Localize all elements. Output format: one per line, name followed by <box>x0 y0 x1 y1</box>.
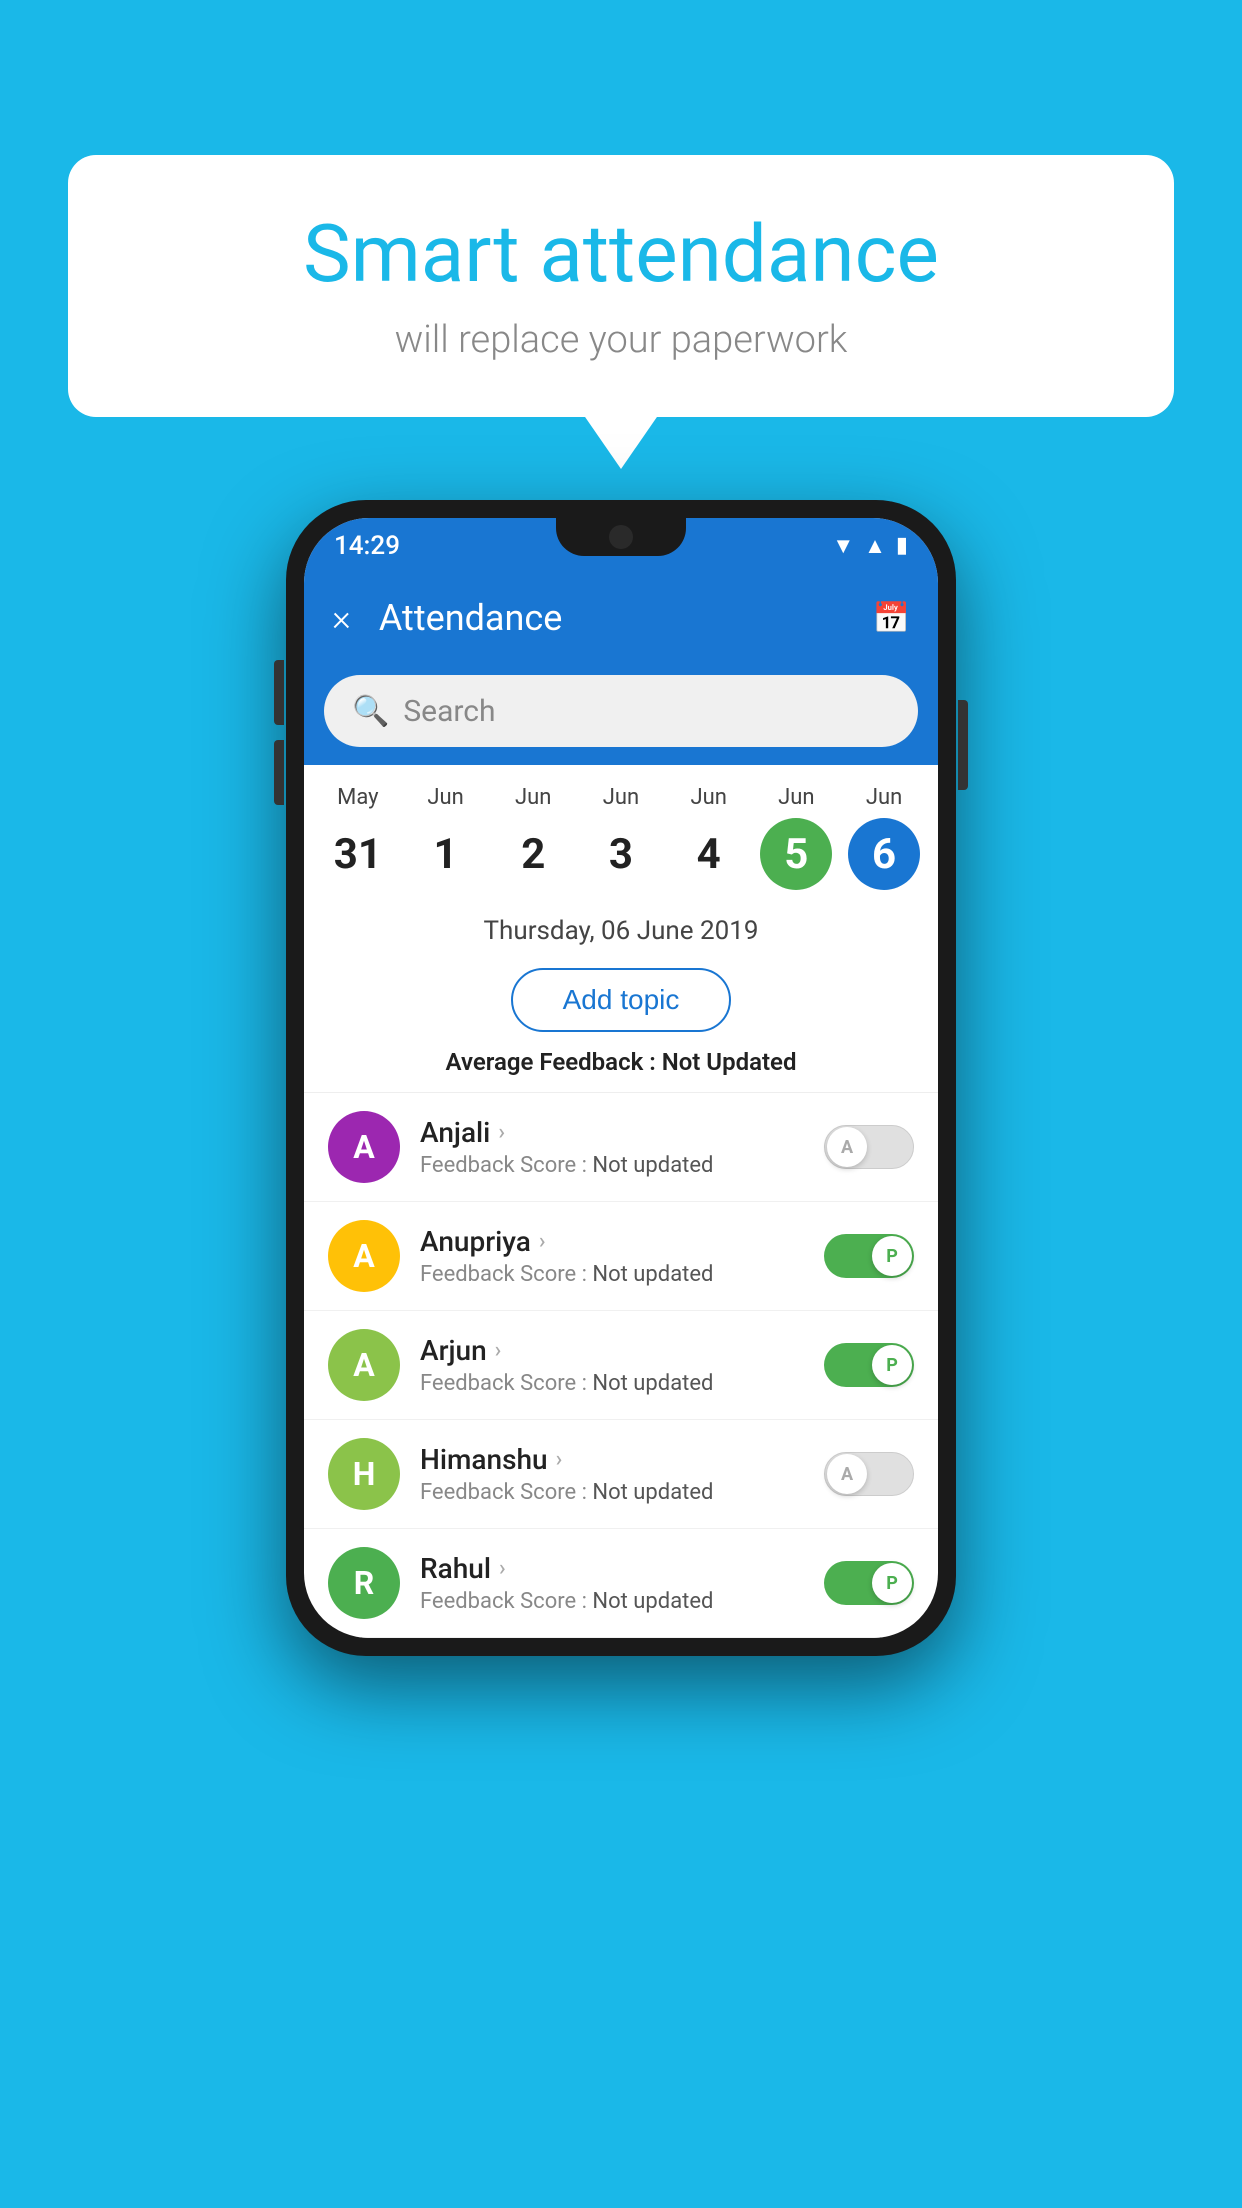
chevron-right-icon: › <box>495 1338 502 1363</box>
battery-icon: ▮ <box>896 533 908 558</box>
student-item-5[interactable]: R Rahul › Feedback Score : Not updated P <box>304 1529 938 1638</box>
phone-notch <box>556 518 686 556</box>
student-list: AAnjali ›Feedback Score : Not updatedAAA… <box>304 1092 938 1638</box>
close-button[interactable]: × <box>332 597 351 639</box>
status-time: 14:29 <box>334 531 400 561</box>
student-item-4[interactable]: H Himanshu › Feedback Score : Not updated A <box>304 1420 938 1529</box>
student-item-1[interactable]: A Anjali › Feedback Score : Not updated A <box>304 1093 938 1202</box>
toggle-knob: P <box>872 1563 912 1603</box>
calendar-day-7[interactable]: Jun 6 <box>842 785 927 890</box>
camera <box>609 525 633 549</box>
student-info: Himanshu › Feedback Score : Not updated <box>420 1443 804 1505</box>
student-info: Anjali › Feedback Score : Not updated <box>420 1116 804 1178</box>
student-feedback: Feedback Score : Not updated <box>420 1589 804 1614</box>
calendar-day-6[interactable]: Jun 5 <box>754 785 839 890</box>
cal-month-label: May <box>337 785 378 810</box>
app-bar: × Attendance 📅 <box>304 573 938 663</box>
attendance-toggle[interactable]: P <box>824 1234 914 1278</box>
app-bar-title: Attendance <box>379 597 845 639</box>
speech-bubble: Smart attendance will replace your paper… <box>68 155 1174 417</box>
toggle-knob: A <box>827 1454 867 1494</box>
student-feedback: Feedback Score : Not updated <box>420 1262 804 1287</box>
student-name: Anjali › <box>420 1116 804 1149</box>
cal-month-label: Jun <box>778 785 814 810</box>
cal-day-num: 4 <box>673 818 745 890</box>
student-feedback: Feedback Score : Not updated <box>420 1480 804 1505</box>
power-button <box>958 700 968 790</box>
volume-down-button <box>274 740 284 805</box>
toggle-knob: P <box>872 1345 912 1385</box>
volume-up-button <box>274 660 284 725</box>
student-item-3[interactable]: A Arjun › Feedback Score : Not updated P <box>304 1311 938 1420</box>
cal-month-label: Jun <box>515 785 551 810</box>
cal-day-num: 1 <box>410 818 482 890</box>
calendar-icon[interactable]: 📅 <box>873 601 910 636</box>
search-bar-wrapper: 🔍 Search <box>304 663 938 765</box>
calendar-day-3[interactable]: Jun 2 <box>491 785 576 890</box>
student-info: Arjun › Feedback Score : Not updated <box>420 1334 804 1396</box>
attendance-toggle[interactable]: P <box>824 1561 914 1605</box>
chevron-right-icon: › <box>499 1556 506 1581</box>
cal-month-label: Jun <box>690 785 726 810</box>
search-input[interactable]: Search <box>403 694 495 729</box>
student-avatar: A <box>328 1220 400 1292</box>
calendar-day-2[interactable]: Jun 1 <box>403 785 488 890</box>
search-icon: 🔍 <box>352 694 389 729</box>
student-avatar: R <box>328 1547 400 1619</box>
student-name: Rahul › <box>420 1552 804 1585</box>
cal-month-label: Jun <box>866 785 902 810</box>
student-name: Anupriya › <box>420 1225 804 1258</box>
cal-day-num: 5 <box>760 818 832 890</box>
cal-day-num: 31 <box>322 818 394 890</box>
attendance-toggle[interactable]: A <box>824 1452 914 1496</box>
toggle-knob: P <box>872 1236 912 1276</box>
signal-icon: ▲ <box>864 533 886 559</box>
student-avatar: A <box>328 1329 400 1401</box>
attendance-toggle[interactable]: A <box>824 1125 914 1169</box>
chevron-right-icon: › <box>556 1447 563 1472</box>
student-info: Rahul › Feedback Score : Not updated <box>420 1552 804 1614</box>
chevron-right-icon: › <box>498 1120 505 1145</box>
cal-day-num: 6 <box>848 818 920 890</box>
student-name: Himanshu › <box>420 1443 804 1476</box>
student-item-2[interactable]: A Anupriya › Feedback Score : Not updated P <box>304 1202 938 1311</box>
student-feedback: Feedback Score : Not updated <box>420 1371 804 1396</box>
avg-feedback: Average Feedback : Not Updated <box>304 1048 938 1092</box>
toggle-knob: A <box>827 1127 867 1167</box>
student-info: Anupriya › Feedback Score : Not updated <box>420 1225 804 1287</box>
calendar-day-1[interactable]: May 31 <box>315 785 400 890</box>
cal-month-label: Jun <box>603 785 639 810</box>
status-icons: ▼ ▲ ▮ <box>832 533 908 559</box>
wifi-icon: ▼ <box>832 533 854 559</box>
cal-day-num: 3 <box>585 818 657 890</box>
attendance-toggle[interactable]: P <box>824 1343 914 1387</box>
student-avatar: H <box>328 1438 400 1510</box>
chevron-right-icon: › <box>539 1229 546 1254</box>
phone-screen: 14:29 ▼ ▲ ▮ × Attendance 📅 🔍 Search <box>304 518 938 1638</box>
student-feedback: Feedback Score : Not updated <box>420 1153 804 1178</box>
calendar-day-5[interactable]: Jun 4 <box>666 785 751 890</box>
calendar-day-4[interactable]: Jun 3 <box>578 785 663 890</box>
calendar-row: May 31 Jun 1 Jun 2 Jun 3 Jun 4 Jun 5 Jun 6 <box>304 765 938 898</box>
add-topic-wrapper: Add topic <box>304 960 938 1048</box>
date-display: Thursday, 06 June 2019 <box>304 898 938 960</box>
cal-month-label: Jun <box>427 785 463 810</box>
bubble-title: Smart attendance <box>128 210 1114 298</box>
search-bar[interactable]: 🔍 Search <box>324 675 918 747</box>
phone-frame: 14:29 ▼ ▲ ▮ × Attendance 📅 🔍 Search <box>286 500 956 1656</box>
bubble-subtitle: will replace your paperwork <box>128 318 1114 362</box>
student-name: Arjun › <box>420 1334 804 1367</box>
student-avatar: A <box>328 1111 400 1183</box>
add-topic-button[interactable]: Add topic <box>511 968 732 1032</box>
cal-day-num: 2 <box>497 818 569 890</box>
